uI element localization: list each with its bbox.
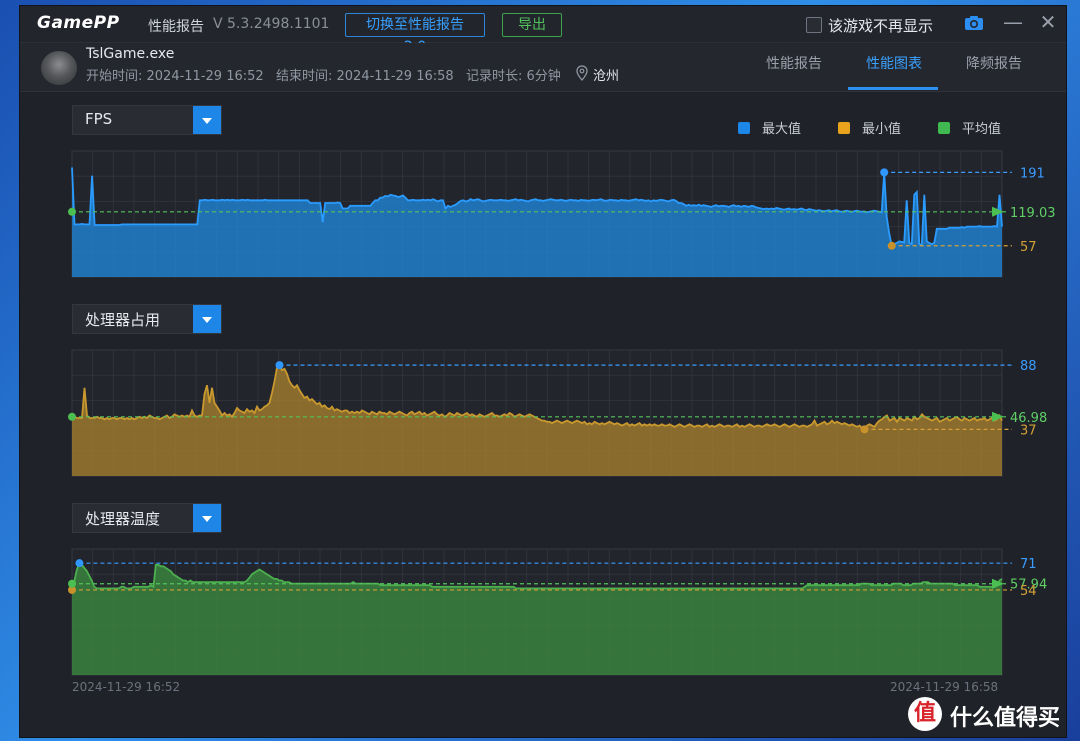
watermark-badge: 值: [908, 697, 942, 731]
min-marker: [860, 425, 869, 434]
min-value-label: 37: [1020, 423, 1037, 438]
min-value-label: 57: [1020, 240, 1037, 255]
time-axis-end: 2024-11-29 16:58: [890, 680, 999, 694]
avg-start-marker: [68, 412, 76, 421]
performance-charts: 191119.03578846.98377157.9454: [68, 150, 1056, 676]
avg-start-marker: [68, 207, 76, 216]
gamepp-window: GamePP 性能报告 V 5.3.2498.1101 切换至性能报告2.0 导…: [20, 6, 1066, 737]
max-value-label: 71: [1020, 557, 1037, 572]
max-marker: [75, 559, 84, 568]
watermark: 值 什么值得买: [908, 697, 1076, 733]
max-value-label: 191: [1020, 166, 1045, 181]
max-marker: [275, 361, 284, 370]
avg-start-marker: [68, 579, 76, 588]
time-axis-start: 2024-11-29 16:52: [72, 680, 181, 694]
avg-value-label: 119.03: [1010, 206, 1056, 221]
min-value-label: 54: [1020, 584, 1037, 599]
min-marker: [887, 241, 896, 250]
max-value-label: 88: [1020, 359, 1037, 374]
max-marker: [880, 168, 889, 177]
watermark-text: 什么值得买: [950, 706, 1061, 731]
